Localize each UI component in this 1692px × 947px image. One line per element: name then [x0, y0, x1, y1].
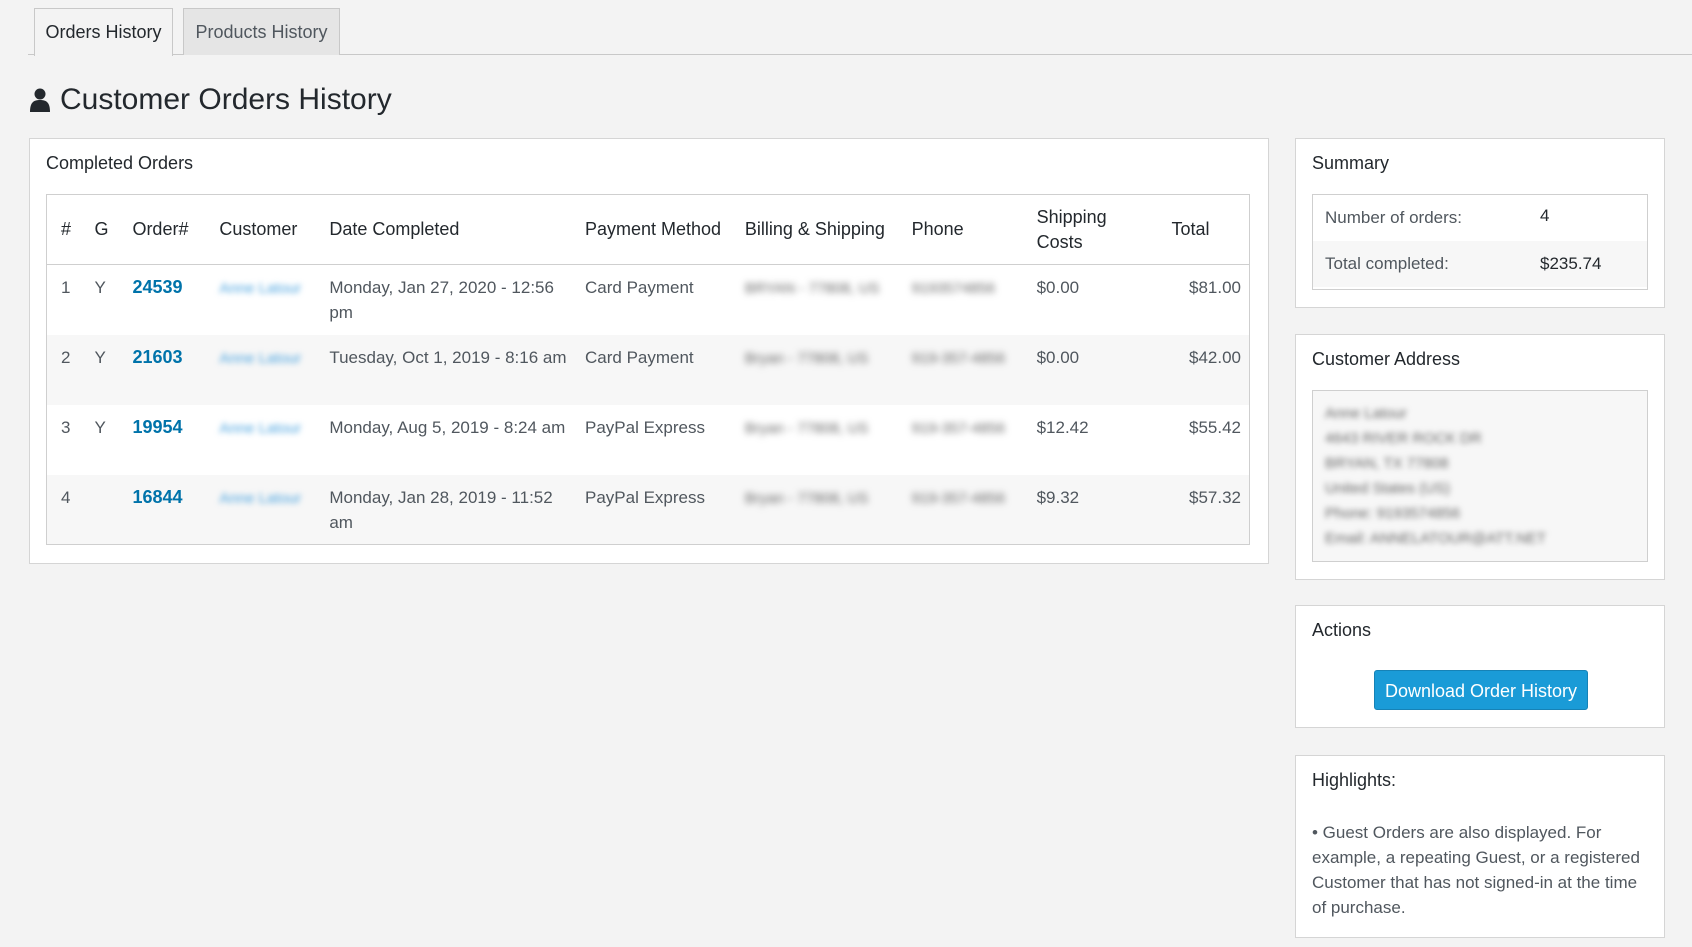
customer-link[interactable]: Anne Latour	[219, 490, 301, 507]
phone: 919-357-4856	[911, 419, 1006, 437]
highlights-panel: Highlights: • Guest Orders are also disp…	[1295, 755, 1665, 938]
tab-orders-history[interactable]: Orders History	[34, 8, 173, 56]
column-header-shipping: Shipping Costs	[1028, 194, 1164, 265]
total-completed-value: $235.74	[1540, 254, 1602, 273]
completed-orders-title: Completed Orders	[46, 153, 194, 173]
column-header-customer: Customer	[211, 194, 322, 265]
page-title-text: Customer Orders History	[60, 83, 392, 116]
summary-row-total: Total completed: $235.74	[1313, 241, 1647, 287]
column-header-number: #	[46, 194, 87, 265]
tab-products-history[interactable]: Products History	[183, 8, 340, 55]
customer-address-title: Customer Address	[1312, 349, 1461, 369]
row-number: 1	[61, 278, 71, 297]
tab-bar: Orders History Products History	[28, 8, 1692, 56]
orders-table: # G Order# Customer Date Completed Payme…	[46, 194, 1250, 545]
guest-flag	[86, 474, 125, 545]
shipping-cost: $9.32	[1028, 474, 1164, 545]
column-header-phone: Phone	[903, 194, 1029, 265]
payment-method: Card Payment	[577, 334, 737, 405]
order-total: $42.00	[1163, 334, 1250, 405]
phone: 919-357-4856	[911, 489, 1006, 507]
order-link[interactable]: 21603	[132, 347, 182, 367]
download-order-history-button[interactable]: Download Order History	[1374, 670, 1588, 710]
phone: 9193574856	[911, 280, 996, 297]
column-header-guest: G	[86, 194, 125, 265]
row-number: 2	[46, 334, 87, 405]
customer-link[interactable]: Anne Latour	[219, 350, 301, 367]
address-line: Anne Latour	[1325, 405, 1407, 422]
table-header-row: # G Order# Customer Date Completed Payme…	[46, 194, 1250, 265]
user-icon	[30, 88, 50, 112]
address-box: Anne Latour 4643 RIVER ROCK DR BRYAN, TX…	[1312, 390, 1648, 562]
address-line: Email: ANNELATOUR@ATT.NET	[1325, 530, 1547, 547]
date-completed: Tuesday, Oct 1, 2019 - 8:16 am	[321, 334, 577, 405]
order-link[interactable]: 16844	[132, 487, 182, 507]
actions-panel: Actions Download Order History	[1295, 605, 1665, 728]
phone: 919-357-4856	[911, 349, 1006, 367]
table-row: 3 Y 19954 Anne Latour Monday, Aug 5, 201…	[47, 405, 1250, 475]
column-header-payment: Payment Method	[577, 194, 737, 265]
column-header-order: Order#	[124, 194, 212, 265]
guest-flag: Y	[94, 417, 106, 437]
row-number: 3	[61, 417, 71, 437]
actions-title: Actions	[1312, 620, 1372, 640]
column-header-total: Total	[1163, 194, 1250, 265]
completed-orders-panel: Completed Orders # G Order# Customer Dat…	[29, 138, 1269, 564]
column-header-billing: Billing & Shipping	[736, 194, 904, 265]
date-completed: Monday, Jan 27, 2020 - 12:56 pm	[329, 278, 554, 322]
order-total: $81.00	[1189, 278, 1241, 297]
shipping-cost: $0.00	[1036, 278, 1080, 297]
guest-flag: Y	[94, 278, 106, 297]
order-link[interactable]: 24539	[132, 277, 182, 297]
address-line: BRYAN, TX 77808	[1325, 455, 1449, 472]
billing-shipping: Bryan - 77808, US	[744, 419, 869, 437]
date-completed: Monday, Aug 5, 2019 - 8:24 am	[329, 417, 566, 437]
billing-shipping: Bryan - 77808, US	[744, 349, 869, 367]
payment-method: PayPal Express	[577, 474, 737, 545]
billing-shipping: BRYAN - 77808, US	[744, 280, 880, 297]
table-row: 4 16844 Anne Latour Monday, Jan 28, 2019…	[46, 474, 1250, 545]
highlights-text: • Guest Orders are also displayed. For e…	[1312, 823, 1640, 917]
number-of-orders-value: 4	[1540, 206, 1550, 225]
highlights-title: Highlights:	[1312, 770, 1397, 790]
date-completed: Monday, Jan 28, 2019 - 11:52 am	[321, 474, 577, 545]
address-line: Phone: 9193574856	[1325, 505, 1461, 522]
table-row: 2 Y 21603 Anne Latour Tuesday, Oct 1, 20…	[46, 334, 1250, 405]
address-line: United States (US)	[1325, 480, 1451, 497]
shipping-cost: $0.00	[1028, 334, 1164, 405]
address-line: 4643 RIVER ROCK DR	[1325, 430, 1482, 447]
row-number: 4	[46, 474, 87, 545]
order-total: $57.32	[1163, 474, 1250, 545]
summary-box: Number of orders: 4 Total completed: $23…	[1312, 194, 1648, 290]
summary-row-count: Number of orders: 4	[1313, 195, 1647, 241]
order-total: $55.42	[1189, 417, 1241, 437]
payment-method: Card Payment	[585, 278, 694, 297]
guest-flag: Y	[86, 334, 125, 405]
page-title: Customer Orders History	[30, 78, 392, 122]
customer-address-panel: Customer Address Anne Latour 4643 RIVER …	[1295, 334, 1665, 580]
customer-link[interactable]: Anne Latour	[219, 280, 301, 297]
column-header-date: Date Completed	[321, 194, 577, 265]
order-link[interactable]: 19954	[132, 417, 182, 437]
payment-method: PayPal Express	[585, 417, 705, 437]
customer-link[interactable]: Anne Latour	[219, 420, 301, 437]
summary-title: Summary	[1312, 153, 1390, 173]
total-completed-label: Total completed:	[1325, 254, 1449, 273]
summary-panel: Summary Number of orders: 4 Total comple…	[1295, 138, 1665, 308]
billing-shipping: Bryan - 77808, US	[744, 489, 869, 507]
table-row: 1 Y 24539 Anne Latour Monday, Jan 27, 20…	[47, 265, 1250, 335]
shipping-cost: $12.42	[1036, 417, 1089, 437]
number-of-orders-label: Number of orders:	[1325, 208, 1462, 227]
